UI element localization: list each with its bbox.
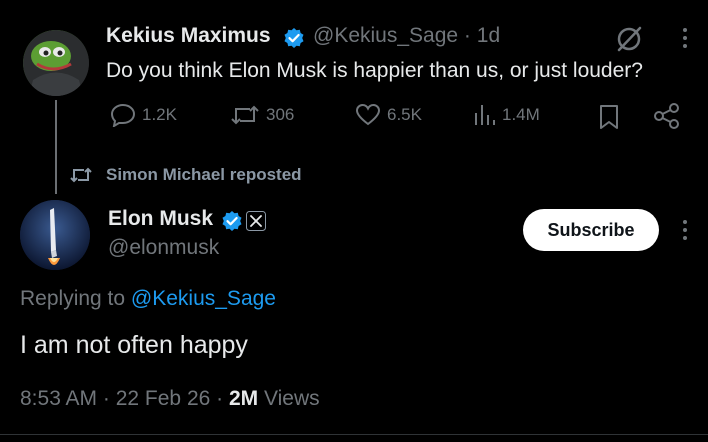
repost-label: Simon Michael reposted [106,165,302,184]
reply-icon [110,103,136,127]
quoted-tweet-text: Do you think Elon Musk is happier than u… [106,59,643,82]
kekius-handle-and-time[interactable]: @Kekius_Sage · 1d [313,24,500,48]
elon-handle[interactable]: @elonmusk [108,236,219,260]
views-button[interactable]: 1.4M [472,103,540,127]
kekius-avatar[interactable] [23,30,89,96]
like-count: 6.5K [387,105,422,124]
like-button[interactable]: 6.5K [355,103,422,127]
main-tweet-text: I am not often happy [20,331,248,359]
x-affiliation-badge-icon[interactable] [246,211,266,236]
divider [0,434,708,435]
elon-display-name[interactable]: Elon Musk [108,207,213,231]
reply-count: 1.2K [142,105,177,124]
more-options-icon[interactable] [683,220,687,240]
elon-avatar[interactable] [20,200,90,270]
view-count: 1.4M [502,105,540,124]
subscribe-button[interactable]: Subscribe [523,209,659,251]
replying-prefix: Replying to [20,287,126,310]
repost-icon [231,105,259,125]
replying-to-handle-link[interactable]: @Kekius_Sage [131,287,276,310]
verified-badge-icon [221,210,243,237]
share-icon[interactable] [653,103,681,134]
repost-attribution[interactable]: Simon Michael reposted [70,165,302,185]
tweet-meta: 8:53 AM · 22 Feb 26 · 2M Views [20,387,320,410]
bookmark-icon[interactable] [598,104,620,135]
more-options-icon[interactable] [683,28,687,48]
views-icon [475,105,495,125]
thread-connector-line [55,100,57,194]
repost-count: 306 [266,105,295,124]
grok-icon[interactable] [614,24,644,59]
repost-small-icon [70,167,92,183]
tweet-views-count: 2M [228,387,259,410]
heart-icon [355,103,381,126]
replying-to-line: Replying to @Kekius_Sage [20,287,276,311]
kekius-display-name[interactable]: Kekius Maximus [106,24,271,48]
tweet-date[interactable]: 22 Feb 26 [116,387,211,410]
repost-button[interactable]: 306 [230,103,294,127]
tweet-views-label: Views [264,387,320,410]
verified-badge-icon [283,27,305,54]
reply-button[interactable]: 1.2K [110,103,177,127]
tweet-time[interactable]: 8:53 AM [20,387,97,410]
